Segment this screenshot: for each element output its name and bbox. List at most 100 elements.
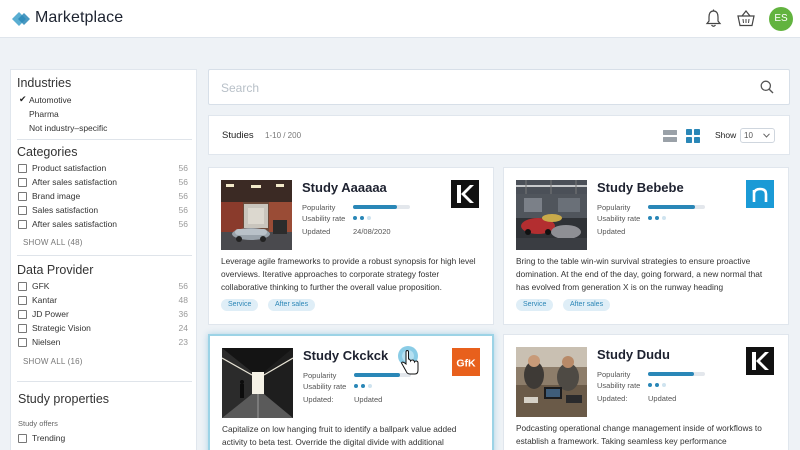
logo-icon[interactable] bbox=[10, 9, 32, 29]
search-bar bbox=[208, 69, 790, 105]
filter-count: 36 bbox=[178, 309, 188, 319]
show-label: Show bbox=[715, 130, 737, 140]
checkbox[interactable] bbox=[18, 338, 27, 347]
study-card[interactable]: Study Dudu Popularity Usability rate Upd… bbox=[503, 334, 789, 450]
data-provider-title: Data Provider bbox=[17, 263, 94, 277]
filter-sidebar: Industries ✔ Automotive Pharma Not indus… bbox=[10, 69, 197, 450]
search-icon[interactable] bbox=[760, 80, 774, 94]
study-offer-filter[interactable]: Trending bbox=[18, 433, 188, 445]
study-description: Leverage agile frameworks to provide a r… bbox=[221, 256, 476, 292]
tag-service[interactable]: Service bbox=[221, 299, 259, 311]
popularity-label: Popularity bbox=[597, 203, 631, 212]
popularity-bar bbox=[648, 372, 705, 376]
provider-filter[interactable]: Nielsen 23 bbox=[18, 337, 188, 349]
page-size-select[interactable]: 10 bbox=[740, 128, 775, 143]
provider-filter[interactable]: JD Power 36 bbox=[18, 309, 188, 321]
list-view-icon[interactable] bbox=[663, 129, 677, 143]
study-title[interactable]: Study Bebebe bbox=[597, 180, 684, 195]
study-title[interactable]: Study Dudu bbox=[597, 347, 670, 362]
filter-count: 23 bbox=[178, 337, 188, 347]
filter-label: JD Power bbox=[32, 309, 69, 319]
divider bbox=[17, 255, 192, 256]
tag-service[interactable]: Service bbox=[516, 299, 554, 311]
industry-option[interactable]: Pharma bbox=[29, 109, 59, 119]
show-all-categories-link[interactable]: SHOW ALL (48) bbox=[23, 238, 83, 247]
filter-label: Brand image bbox=[32, 191, 81, 201]
filter-count: 56 bbox=[178, 177, 188, 187]
grid-view-icon[interactable] bbox=[686, 129, 700, 143]
category-filter[interactable]: Brand image 56 bbox=[18, 191, 188, 203]
page-size-value: 10 bbox=[744, 131, 753, 140]
study-title[interactable]: Study Aaaaaa bbox=[302, 180, 387, 195]
provider-filter[interactable]: GFK 56 bbox=[18, 281, 188, 293]
study-thumbnail[interactable] bbox=[221, 180, 292, 250]
filter-label: Nielsen bbox=[32, 337, 61, 347]
filter-label: Kantar bbox=[32, 295, 58, 305]
gfk-logo-text: GfK bbox=[456, 358, 476, 370]
study-thumbnail[interactable] bbox=[222, 348, 293, 418]
usability-rating bbox=[353, 216, 383, 222]
checkbox[interactable] bbox=[18, 296, 27, 305]
popularity-bar bbox=[648, 205, 705, 209]
updated-date: Updated bbox=[648, 394, 677, 403]
studies-range: 1-10 / 200 bbox=[265, 131, 302, 140]
kantar-logo bbox=[451, 180, 479, 208]
basket-icon[interactable] bbox=[737, 10, 755, 27]
filter-label: Strategic Vision bbox=[32, 323, 91, 333]
usability-label: Usability rate bbox=[597, 214, 641, 223]
show-all-providers-link[interactable]: SHOW ALL (16) bbox=[23, 357, 83, 366]
checkbox[interactable] bbox=[18, 434, 27, 443]
brand-name[interactable]: Marketplace bbox=[35, 9, 123, 27]
updated-date: Updated bbox=[354, 395, 383, 404]
study-properties-title: Study properties bbox=[18, 392, 110, 406]
checkbox[interactable] bbox=[18, 310, 27, 319]
category-filter[interactable]: Sales satisfaction 56 bbox=[18, 205, 188, 217]
provider-filter[interactable]: Strategic Vision 24 bbox=[18, 323, 188, 335]
checkbox[interactable] bbox=[18, 206, 27, 215]
filter-count: 56 bbox=[178, 219, 188, 229]
chevron-down-icon bbox=[763, 133, 770, 138]
gfk-logo: GfK bbox=[452, 348, 480, 376]
usability-label: Usability rate bbox=[597, 381, 641, 390]
study-card[interactable]: Study Bebebe Popularity Usability rate U… bbox=[503, 167, 789, 325]
study-card-active[interactable]: Study Ckckck GfK Popularity Usability ra… bbox=[208, 334, 494, 450]
filter-count: 48 bbox=[178, 295, 188, 305]
category-filter[interactable]: Product satisfaction 56 bbox=[18, 163, 188, 175]
checkbox[interactable] bbox=[18, 164, 27, 173]
filter-count: 56 bbox=[178, 163, 188, 173]
study-title[interactable]: Study Ckckck bbox=[303, 348, 388, 363]
categories-title: Categories bbox=[17, 145, 78, 159]
provider-filter[interactable]: Kantar 48 bbox=[18, 295, 188, 307]
checkbox[interactable] bbox=[18, 324, 27, 333]
industry-option[interactable]: Automotive bbox=[29, 95, 72, 105]
usability-rating bbox=[354, 384, 384, 390]
category-filter[interactable]: After sales satisfaction 56 bbox=[18, 177, 188, 189]
updated-date: 24/08/2020 bbox=[353, 227, 391, 236]
nielsen-logo bbox=[746, 180, 774, 208]
industry-option[interactable]: Not industry–specific bbox=[29, 123, 107, 133]
bell-icon[interactable] bbox=[705, 9, 722, 28]
study-card[interactable]: Study Aaaaaa Popularity Usability rate U… bbox=[208, 167, 494, 325]
filter-label: Product satisfaction bbox=[32, 163, 107, 173]
study-description: Capitalize on low hanging fruit to ident… bbox=[222, 424, 457, 447]
tag-after-sales[interactable]: After sales bbox=[563, 299, 611, 311]
category-filter[interactable]: After sales satisfaction 56 bbox=[18, 219, 188, 231]
search-input[interactable] bbox=[221, 80, 741, 96]
divider bbox=[17, 381, 192, 382]
popularity-bar bbox=[353, 205, 410, 209]
checkbox[interactable] bbox=[18, 282, 27, 291]
tag-after-sales[interactable]: After sales bbox=[268, 299, 316, 311]
study-thumbnail[interactable] bbox=[516, 180, 587, 250]
filter-label: Trending bbox=[32, 433, 66, 443]
checkbox[interactable] bbox=[18, 178, 27, 187]
filter-count: 56 bbox=[178, 191, 188, 201]
updated-label: Updated: bbox=[597, 394, 628, 403]
user-avatar[interactable]: ES bbox=[769, 7, 793, 31]
filter-label: After sales satisfaction bbox=[32, 219, 118, 229]
popularity-label: Popularity bbox=[597, 370, 631, 379]
study-thumbnail[interactable] bbox=[516, 347, 587, 417]
checkbox[interactable] bbox=[18, 220, 27, 229]
study-offers-label: Study offers bbox=[18, 419, 58, 428]
filter-label: After sales satisfaction bbox=[32, 177, 118, 187]
checkbox[interactable] bbox=[18, 192, 27, 201]
